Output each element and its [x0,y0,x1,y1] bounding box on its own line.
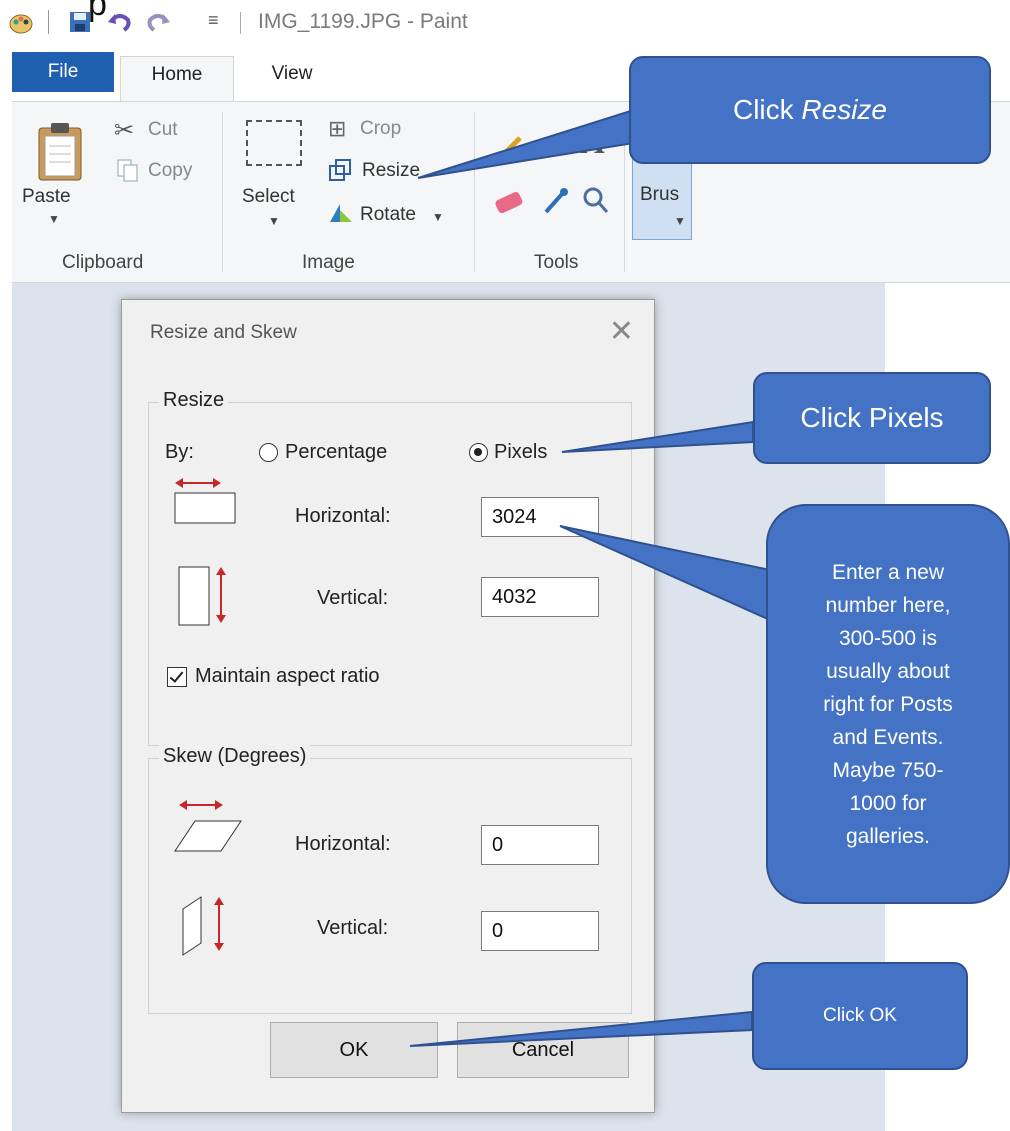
callout-ok-text: Click OK [823,1005,897,1026]
copy-button[interactable]: Copy [148,160,192,182]
paste-button-label[interactable]: Paste [22,186,71,208]
fill-icon[interactable] [536,128,564,163]
resize-group: Resize By: Percentage Pixels Horizontal:… [148,389,632,746]
cut-icon[interactable]: ✂ [114,116,134,145]
tools-group-label: Tools [534,252,579,273]
save-icon[interactable] [68,10,92,39]
resize-icon[interactable] [328,158,352,187]
title-bar: p ≡ IMG_1199.JPG - Paint [0,0,1010,44]
resize-button[interactable]: Resize [362,160,420,182]
ok-button[interactable]: OK [270,1022,438,1078]
ribbon-separator [624,112,625,272]
callout-enter-line: 300-500 is [838,626,938,650]
magnifier-icon[interactable] [582,186,610,221]
redo-icon[interactable] [146,10,172,39]
percentage-radio[interactable] [259,443,278,462]
ribbon-separator [222,112,223,272]
callout-enter-line: usually about [826,659,950,683]
select-button-label[interactable]: Select [242,186,295,208]
callout-resize-prefix: Click [732,94,802,125]
callout-enter-number: Enter a new number here, 300-500 is usua… [766,504,1010,904]
image-group-label: Image [302,252,355,273]
clipboard-group-label: Clipboard [62,252,144,273]
color-picker-icon[interactable] [542,186,570,221]
skew-horizontal-field[interactable] [481,825,599,865]
callout-resize-word: Resize [801,94,888,125]
skew-group: Skew (Degrees) Horizontal: Vertical: [148,745,632,1014]
rotate-button[interactable]: Rotate [360,204,416,226]
callout-enter-line: Enter a new [831,560,945,584]
crop-button[interactable]: Crop [360,118,401,140]
cut-button[interactable]: Cut [148,119,178,141]
callout-enter-line: number here, [825,593,951,617]
maintain-aspect-checkbox[interactable] [167,667,187,687]
paste-icon[interactable] [36,120,84,187]
cancel-button[interactable]: Cancel [457,1022,629,1078]
ribbon-separator [474,112,475,272]
callout-enter-line: right for Posts [823,692,953,716]
close-icon[interactable]: ✕ [609,314,634,349]
vertical-field[interactable] [481,577,599,617]
crop-icon[interactable]: ⊞ [328,116,346,142]
callout-enter-line: Maybe 750- [832,758,944,782]
callout-enter-line: 1000 for [849,791,927,815]
skew-group-label: Skew (Degrees) [159,745,311,768]
pixels-label[interactable]: Pixels [494,441,547,464]
maintain-aspect-label[interactable]: Maintain aspect ratio [195,665,380,688]
horizontal-label: Horizontal: [295,505,391,527]
horizontal-resize-icon [171,475,239,532]
callout-enter-line: and Events. [832,725,944,749]
callout-pixels-text: Click Pixels [800,402,944,433]
rotate-icon[interactable] [328,200,354,229]
paste-dropdown-icon[interactable]: ▼ [48,212,60,226]
eraser-icon[interactable] [492,190,524,221]
skew-vertical-label: Vertical: [317,917,389,939]
pixels-radio[interactable] [469,443,488,462]
paint-app-icon[interactable] [8,10,34,41]
pencil-icon[interactable] [496,132,526,167]
copy-icon[interactable] [116,158,140,187]
vertical-resize-icon [175,563,233,634]
vertical-label: Vertical: [317,587,389,609]
by-label: By: [165,441,194,463]
brushes-dropdown-icon[interactable]: ▼ [674,214,686,228]
select-dropdown-icon[interactable]: ▼ [268,214,280,228]
tab-home[interactable]: Home [120,56,234,103]
select-icon[interactable] [246,120,302,166]
resize-group-label: Resize [159,389,229,412]
callout-enter-line: galleries. [845,824,931,848]
callout-click-pixels: Click Pixels [753,372,991,464]
text-icon[interactable]: A [580,124,605,162]
tab-view[interactable]: View [252,56,332,102]
dialog-title: Resize and Skew [150,322,297,343]
customize-qat-icon[interactable]: ≡ [208,10,219,31]
horizontal-skew-icon [173,797,245,864]
skew-vertical-field[interactable] [481,911,599,951]
title-separator [240,12,241,34]
qat-separator [48,10,49,34]
horizontal-field[interactable] [481,497,599,537]
tab-file[interactable]: File [12,52,114,92]
rotate-dropdown-icon[interactable]: ▼ [432,210,444,224]
window-title: IMG_1199.JPG - Paint [258,10,468,33]
percentage-label[interactable]: Percentage [285,441,387,464]
skew-horizontal-label: Horizontal: [295,833,391,855]
undo-icon[interactable] [106,10,132,39]
resize-skew-dialog: Resize and Skew ✕ Resize By: Percentage … [121,299,655,1113]
brushes-button-label[interactable]: Brus [640,184,679,206]
vertical-skew-icon [179,893,237,964]
callout-click-ok: Click OK [752,962,968,1070]
callout-click-resize: Click Resize [629,56,991,164]
